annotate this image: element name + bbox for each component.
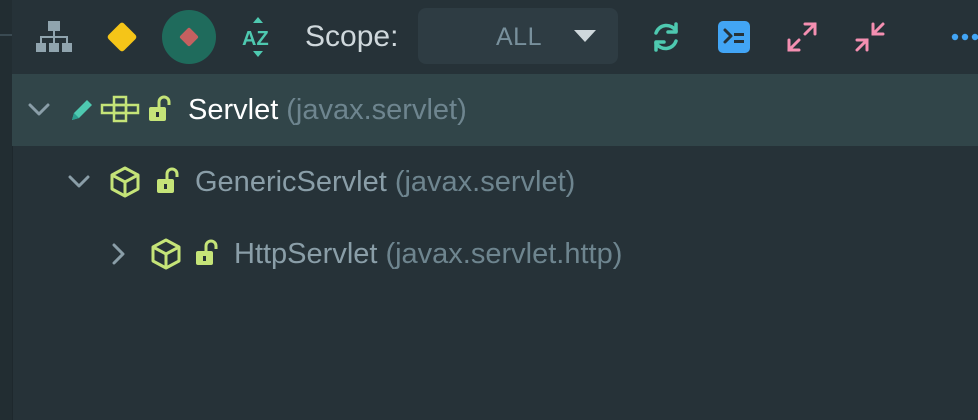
record-icon[interactable] bbox=[160, 0, 218, 74]
tree-row-httpservlet[interactable]: HttpServlet (javax.servlet.http) bbox=[12, 218, 978, 290]
sort-az-icon[interactable]: AZ bbox=[238, 0, 278, 74]
diamond-icon[interactable] bbox=[100, 0, 144, 74]
chevron-right-icon[interactable] bbox=[112, 218, 126, 290]
scope-label: Scope: bbox=[305, 20, 399, 53]
terminal-icon[interactable] bbox=[714, 0, 754, 74]
chevron-down-icon bbox=[574, 30, 596, 42]
package-name: (javax.servlet.http) bbox=[385, 237, 623, 270]
chevron-down-icon[interactable] bbox=[68, 146, 90, 218]
tree-row-label: Servlet (javax.servlet) bbox=[188, 74, 467, 146]
tree-row-label: HttpServlet (javax.servlet.http) bbox=[234, 218, 622, 290]
cube-icon bbox=[108, 146, 142, 218]
class-name: GenericServlet bbox=[195, 165, 387, 198]
hierarchy-tree: Servlet (javax.servlet) GenericServlet (… bbox=[12, 74, 978, 290]
refresh-icon[interactable] bbox=[646, 0, 686, 74]
cube-icon bbox=[149, 218, 183, 290]
package-name: (javax.servlet) bbox=[394, 165, 576, 198]
package-name: (javax.servlet) bbox=[286, 93, 467, 126]
unlock-icon bbox=[154, 146, 182, 218]
unlock-icon bbox=[193, 218, 221, 290]
interface-icon bbox=[100, 74, 140, 146]
tree-row-servlet[interactable]: Servlet (javax.servlet) bbox=[12, 74, 978, 146]
expand-icon[interactable] bbox=[782, 0, 822, 74]
unlock-icon bbox=[146, 74, 174, 146]
gutter-marker bbox=[0, 34, 12, 36]
tree-row-genericservlet[interactable]: GenericServlet (javax.servlet) bbox=[12, 146, 978, 218]
collapse-icon[interactable] bbox=[850, 0, 890, 74]
scope-dropdown[interactable]: ALL bbox=[418, 8, 618, 64]
class-name: Servlet bbox=[188, 93, 279, 126]
more-icon[interactable] bbox=[950, 0, 978, 74]
svg-text:AZ: AZ bbox=[242, 28, 269, 50]
scope-value: ALL bbox=[496, 23, 542, 51]
class-name: HttpServlet bbox=[234, 237, 378, 270]
toolbar: AZ Scope: ALL bbox=[12, 0, 978, 74]
hierarchy-icon[interactable] bbox=[32, 0, 76, 74]
pencil-icon bbox=[68, 74, 96, 146]
chevron-down-icon[interactable] bbox=[28, 74, 50, 146]
tree-row-label: GenericServlet (javax.servlet) bbox=[195, 146, 575, 218]
